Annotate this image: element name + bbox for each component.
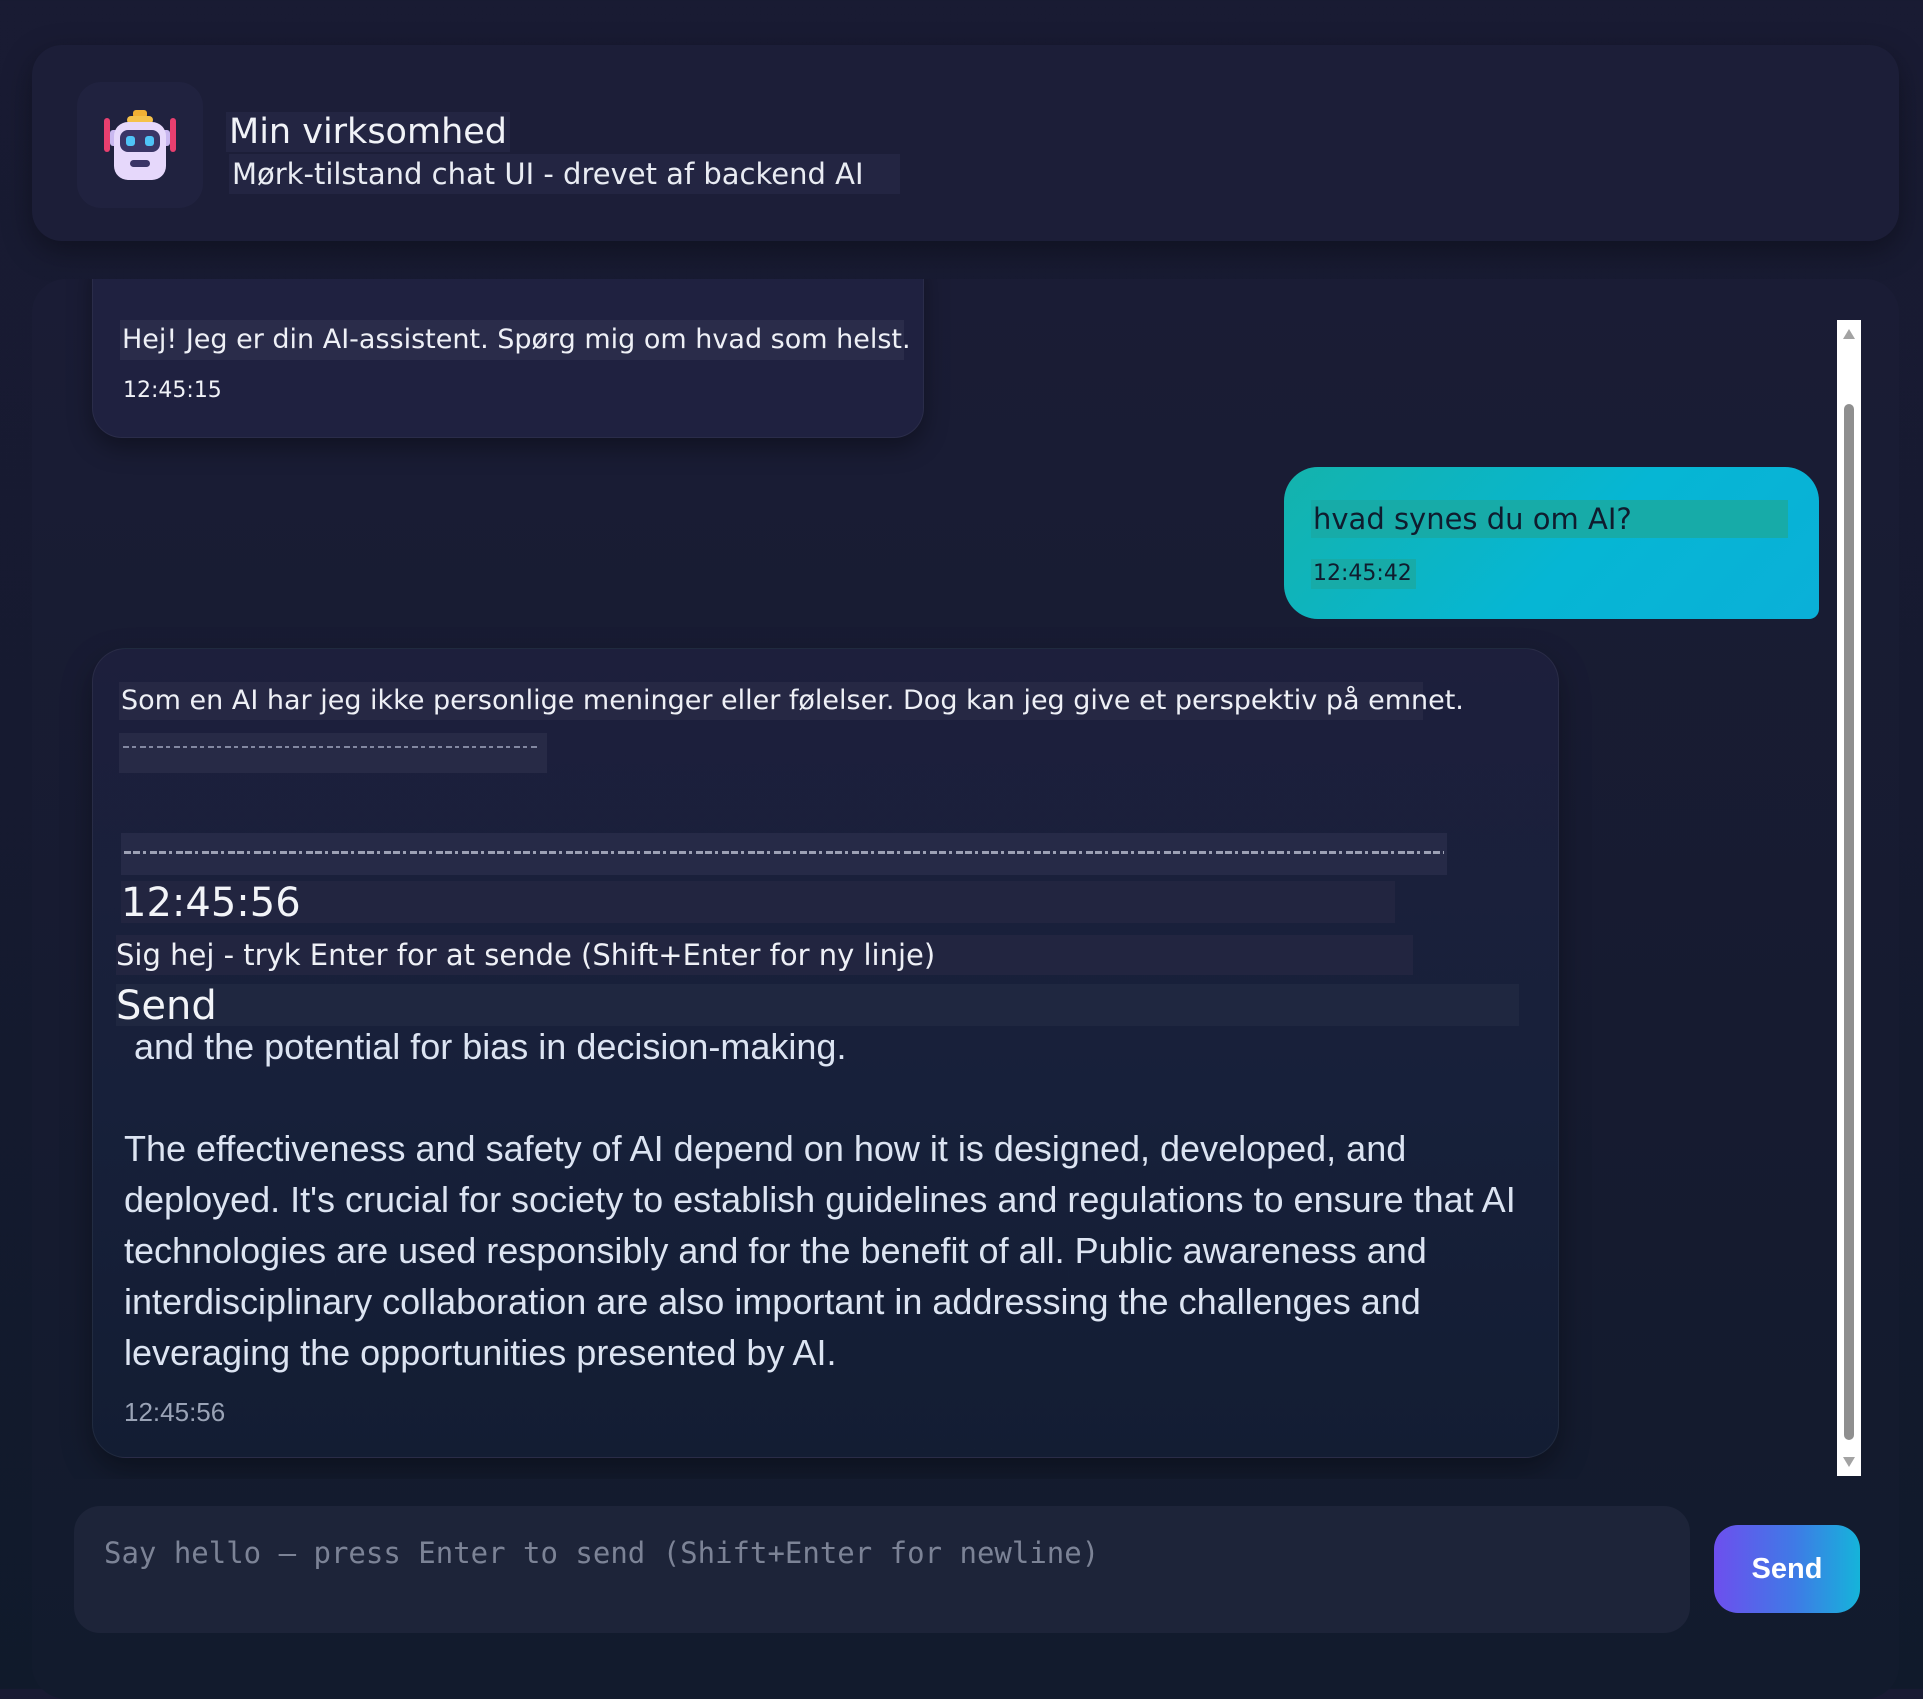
avatar [77,82,203,208]
message-input[interactable] [74,1506,1690,1633]
assistant-message-time: 12:45:56 [124,1397,226,1427]
assistant-message-intro: Som en AI har jeg ikke personlige mening… [119,682,1464,720]
assistant-message: Som en AI har jeg ikke personlige mening… [92,648,1559,1458]
overlay-placeholder-text: Sig hej - tryk Enter for at sende (Shift… [116,935,1413,975]
page-title: Min virksomhed [226,112,511,152]
send-button[interactable]: Send [1714,1525,1860,1613]
scroll-thumb[interactable] [1844,404,1854,1440]
chat-header: Min virksomhed Mørk-tilstand chat UI - d… [32,45,1899,241]
message-list[interactable]: Hej! Jeg er din AI-assistent. Spørg mig … [32,279,1899,1479]
composer [74,1506,1690,1633]
assistant-message-body: and the potential for bias in decision-m… [124,1026,1516,1373]
garbled-text-line [119,733,547,773]
assistant-message-time: 12:45:15 [123,378,222,403]
scroll-down-arrow-icon[interactable] [1843,1457,1855,1467]
robot-icon [104,110,176,180]
user-message: hvad synes du om AI? 12:45:42 [1284,467,1819,619]
overlay-time: 12:45:56 [121,881,1395,925]
chat-panel: Hej! Jeg er din AI-assistent. Spørg mig … [32,279,1899,1699]
user-message-text: hvad synes du om AI? [1311,500,1788,538]
scroll-up-arrow-icon[interactable] [1843,329,1855,339]
assistant-message-text: Hej! Jeg er din AI-assistent. Spørg mig … [120,320,911,360]
overlay-send-text: Send [116,984,1519,1028]
user-message-time: 12:45:42 [1311,559,1416,589]
page-subtitle: Mørk-tilstand chat UI - drevet af backen… [229,154,900,194]
garbled-text-line [121,833,1447,875]
message-scrollbar[interactable] [1837,320,1861,1476]
